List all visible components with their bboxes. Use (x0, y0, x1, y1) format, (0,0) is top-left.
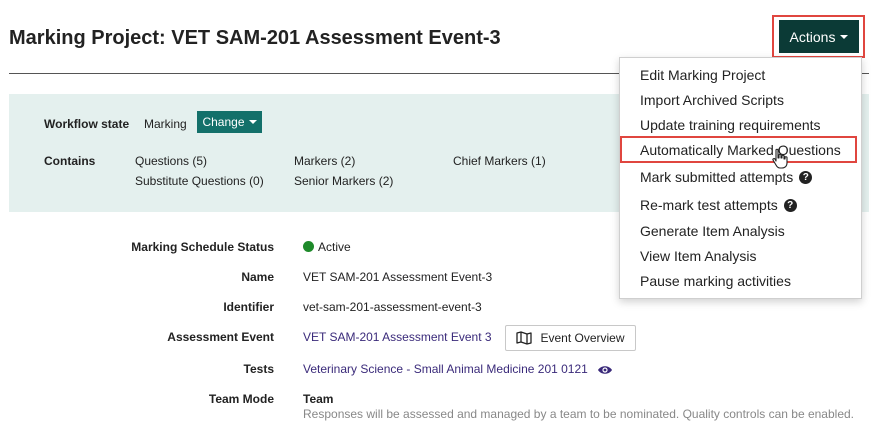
assessment-event-link[interactable]: VET SAM-201 Assessment Event 3 (303, 330, 492, 344)
actions-dropdown-menu: Edit Marking Project Import Archived Scr… (619, 57, 862, 299)
substitute-questions-link[interactable]: Substitute Questions (0) (135, 174, 264, 188)
help-icon[interactable]: ? (783, 198, 797, 212)
menu-item-update-training-requirements[interactable]: Update training requirements (640, 117, 821, 133)
questions-link[interactable]: Questions (5) (135, 154, 207, 168)
help-icon[interactable]: ? (799, 170, 813, 184)
team-mode-description: Responses will be assessed and managed b… (303, 407, 855, 421)
menu-item-view-item-analysis[interactable]: View Item Analysis (640, 248, 756, 264)
event-overview-button[interactable]: Event Overview (505, 325, 636, 351)
tests-label: Tests (243, 362, 274, 376)
markers-link[interactable]: Markers (2) (294, 154, 355, 168)
menu-item-import-archived-scripts[interactable]: Import Archived Scripts (640, 92, 784, 108)
active-status-icon (303, 241, 314, 252)
hand-cursor-icon (772, 148, 788, 169)
name-value: VET SAM-201 Assessment Event-3 (303, 270, 493, 284)
actions-button-label: Actions (789, 28, 836, 45)
mark-submitted-label: Mark submitted attempts (640, 169, 794, 185)
schedule-status-label: Marking Schedule Status (131, 240, 274, 254)
event-overview-label: Event Overview (540, 331, 625, 345)
menu-item-edit-marking-project[interactable]: Edit Marking Project (640, 67, 765, 83)
schedule-status-value: Active (303, 240, 351, 254)
team-mode-label: Team Mode (208, 392, 274, 406)
re-mark-label: Re-mark test attempts (640, 197, 778, 213)
identifier-label: Identifier (223, 300, 274, 314)
caret-down-icon (248, 120, 257, 124)
identifier-value: vet-sam-201-assessment-event-3 (303, 300, 482, 314)
menu-item-automatically-marked-questions[interactable]: Automatically Marked Questions (640, 142, 841, 158)
map-icon (516, 331, 533, 345)
workflow-state-value: Marking (144, 117, 187, 131)
page-title: Marking Project: VET SAM-201 Assessment … (9, 27, 501, 49)
menu-item-generate-item-analysis[interactable]: Generate Item Analysis (640, 223, 785, 239)
tests-value: Veterinary Science - Small Animal Medici… (303, 362, 613, 376)
senior-markers-link[interactable]: Senior Markers (2) (294, 174, 393, 188)
change-state-button[interactable]: Change (197, 111, 262, 133)
eye-icon[interactable] (597, 364, 613, 376)
menu-item-mark-submitted-attempts[interactable]: Mark submitted attempts ? (640, 169, 813, 185)
schedule-status-text: Active (318, 240, 351, 254)
actions-button[interactable]: Actions (779, 20, 859, 53)
menu-item-re-mark-test-attempts[interactable]: Re-mark test attempts ? (640, 197, 797, 213)
team-mode-value: Team (303, 392, 334, 406)
contains-label: Contains (44, 154, 96, 168)
assessment-event-label: Assessment Event (167, 330, 274, 344)
change-button-label: Change (202, 115, 245, 129)
workflow-state-label: Workflow state (44, 117, 130, 131)
name-label: Name (241, 270, 274, 284)
menu-item-pause-marking-activities[interactable]: Pause marking activities (640, 273, 791, 289)
test-link[interactable]: Veterinary Science - Small Animal Medici… (303, 362, 588, 376)
caret-down-icon (840, 34, 849, 39)
chief-markers-link[interactable]: Chief Markers (1) (453, 154, 546, 168)
